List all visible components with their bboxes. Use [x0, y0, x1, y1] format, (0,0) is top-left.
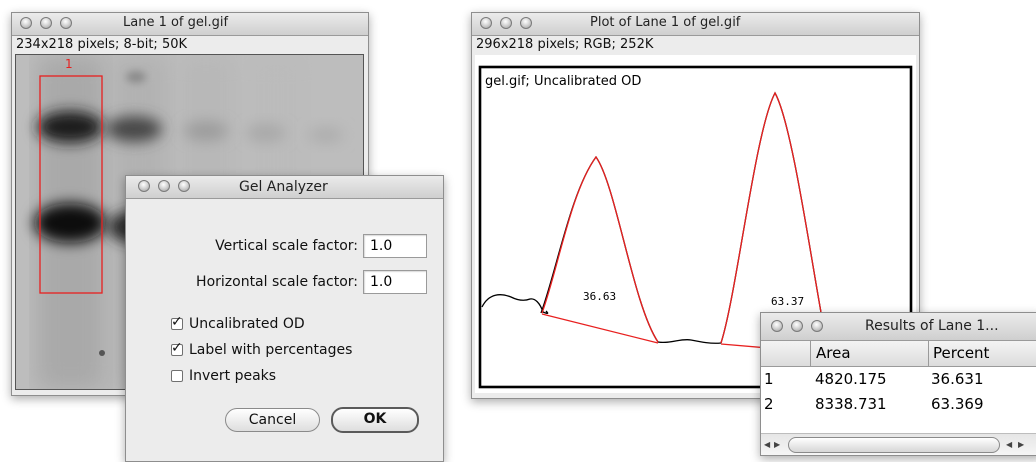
lane-window-titlebar[interactable]: Lane 1 of gel.gif — [12, 13, 368, 36]
gel-analyzer-dialog[interactable]: Gel Analyzer Vertical scale factor: Hori… — [125, 175, 444, 462]
zoom-button[interactable] — [520, 17, 532, 29]
lane-number-label: 1 — [65, 57, 73, 71]
scrollbar-thumb[interactable] — [788, 437, 1000, 453]
percent-cell: 63.369 — [931, 395, 984, 413]
vertical-scale-field[interactable] — [363, 234, 427, 258]
zoom-button[interactable] — [811, 320, 823, 332]
zoom-button[interactable] — [178, 180, 190, 192]
ok-button[interactable]: OK — [331, 407, 419, 433]
percent-cell: 36.631 — [931, 370, 984, 388]
minimize-button[interactable] — [158, 180, 170, 192]
area-cell: 4820.175 — [815, 370, 887, 388]
results-titlebar[interactable]: Results of Lane 1... — [761, 313, 1036, 341]
plot-window-titlebar[interactable]: Plot of Lane 1 of gel.gif — [472, 13, 919, 36]
uncalibrated-od-checkbox[interactable]: Uncalibrated OD — [171, 314, 305, 332]
column-header-area[interactable]: Area — [816, 344, 851, 362]
plot-title-label: gel.gif; Uncalibrated OD — [485, 74, 642, 89]
close-button[interactable] — [138, 180, 150, 192]
peak-label-1: 36.63 — [583, 290, 617, 303]
minimize-button[interactable] — [500, 17, 512, 29]
close-button[interactable] — [20, 17, 32, 29]
minimize-button[interactable] — [791, 320, 803, 332]
results-window[interactable]: Results of Lane 1... Area Percent 1 4820… — [760, 312, 1036, 456]
header-divider — [810, 341, 811, 366]
checkbox-checked-icon[interactable] — [171, 340, 183, 356]
header-divider — [928, 341, 929, 366]
window-title: Results of Lane 1... — [865, 318, 999, 334]
table-row[interactable]: 2 8338.731 63.369 — [761, 393, 1036, 417]
close-button[interactable] — [480, 17, 492, 29]
table-header: Area Percent — [761, 341, 1036, 367]
peak-label-2: 63.37 — [771, 295, 805, 308]
row-index: 2 — [764, 395, 774, 413]
label-percentages-checkbox[interactable]: Label with percentages — [171, 340, 353, 358]
window-title: Plot of Lane 1 of gel.gif — [590, 15, 741, 30]
column-header-percent[interactable]: Percent — [933, 344, 989, 362]
minimize-button[interactable] — [40, 17, 52, 29]
image-info: 296x218 pixels; RGB; 252K — [476, 37, 654, 52]
dialog-titlebar[interactable]: Gel Analyzer — [126, 176, 443, 199]
results-table[interactable]: Area Percent 1 4820.175 36.631 2 8338.73… — [761, 341, 1036, 433]
horizontal-scale-label: Horizontal scale factor: — [196, 274, 358, 290]
table-row[interactable]: 1 4820.175 36.631 — [761, 368, 1036, 392]
close-button[interactable] — [771, 320, 783, 332]
cancel-button[interactable]: Cancel — [225, 408, 320, 432]
checkbox-label: Invert peaks — [189, 368, 277, 384]
scroll-left-icon[interactable]: ◀ — [764, 440, 770, 449]
checkbox-label: Label with percentages — [189, 342, 353, 358]
checkbox-label: Uncalibrated OD — [189, 316, 305, 332]
zoom-button[interactable] — [60, 17, 72, 29]
window-title: Lane 1 of gel.gif — [123, 15, 229, 30]
checkbox-checked-icon[interactable] — [171, 314, 183, 330]
dialog-title: Gel Analyzer — [239, 179, 328, 195]
horizontal-scrollbar[interactable]: ◀ ▶ ◀ ▶ — [761, 433, 1036, 455]
horizontal-scale-field[interactable] — [363, 270, 427, 294]
vertical-scale-label: Vertical scale factor: — [215, 238, 358, 254]
invert-peaks-checkbox[interactable]: Invert peaks — [171, 368, 276, 384]
scroll-right-icon[interactable]: ▶ — [1018, 440, 1024, 449]
scroll-right-icon[interactable]: ▶ — [774, 440, 780, 449]
area-cell: 8338.731 — [815, 395, 887, 413]
scroll-left-icon[interactable]: ◀ — [1006, 440, 1012, 449]
image-info: 234x218 pixels; 8-bit; 50K — [16, 37, 188, 52]
checkbox-unchecked-icon[interactable] — [171, 370, 183, 382]
row-index: 1 — [764, 370, 774, 388]
